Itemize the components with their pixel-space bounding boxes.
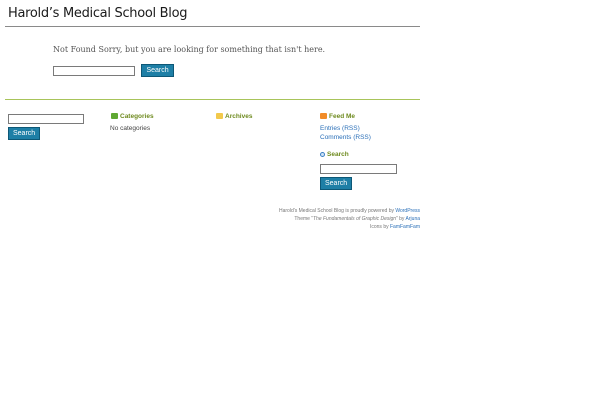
header-divider [5, 26, 420, 27]
credits-line-icons: Icons by FamFamFam [279, 223, 420, 231]
sidebar-search-button[interactable]: Search [320, 177, 353, 190]
search-title-text: Search [327, 151, 349, 158]
footer-search-button[interactable]: Search [8, 127, 41, 140]
credits-powered-text: Harold’s Medical School Blog is proudly … [279, 208, 396, 214]
entries-rss-link[interactable]: Entries (RSS) [320, 125, 360, 132]
archives-title-text: Archives [225, 113, 253, 120]
sidebar-search-input[interactable] [320, 164, 397, 174]
credits-theme-prefix: Theme “ [294, 216, 313, 222]
no-categories-text: No categories [110, 125, 151, 132]
rss-icon [320, 113, 327, 119]
credits-line-powered: Harold’s Medical School Blog is proudly … [279, 207, 420, 215]
not-found-message: Not Found Sorry, but you are looking for… [53, 45, 326, 54]
famfamfam-link[interactable]: FamFamFam [390, 224, 420, 230]
feeds-widget-title: Feed Me [320, 113, 355, 121]
magnifier-icon [320, 152, 325, 157]
search-widget-title: Search [320, 151, 349, 159]
credits-icons-prefix: Icons by [369, 224, 390, 230]
credits-theme-mid: ” by [396, 216, 406, 222]
credits-line-theme: Theme “The Fundamentals of Graphic Desig… [279, 215, 420, 223]
arjuna-link[interactable]: Arjuna [406, 216, 420, 222]
categories-title-text: Categories [120, 113, 154, 120]
main-search-button[interactable]: Search [141, 64, 174, 78]
comments-rss-link[interactable]: Comments (RSS) [320, 134, 371, 141]
main-search-form: Search [53, 62, 174, 78]
footer-search-form: Search [8, 114, 84, 140]
categories-widget-title: Categories [111, 113, 154, 121]
feeds-title-text: Feed Me [329, 113, 356, 120]
footer-search-input[interactable] [8, 114, 84, 124]
main-search-input[interactable] [53, 65, 135, 76]
footer-credits: Harold’s Medical School Blog is proudly … [279, 207, 420, 231]
theme-name: The Fundamentals of Graphic Design [312, 216, 397, 222]
page: Harold’s Medical School Blog Not Found S… [0, 0, 600, 400]
wordpress-link[interactable]: WordPress [395, 208, 420, 214]
sidebar-search-form: Search [320, 164, 397, 190]
folder-green-icon [111, 113, 118, 119]
folder-yellow-icon [216, 113, 223, 119]
archives-widget-title: Archives [216, 113, 252, 121]
content-divider [5, 99, 420, 100]
site-title[interactable]: Harold’s Medical School Blog [8, 6, 188, 21]
